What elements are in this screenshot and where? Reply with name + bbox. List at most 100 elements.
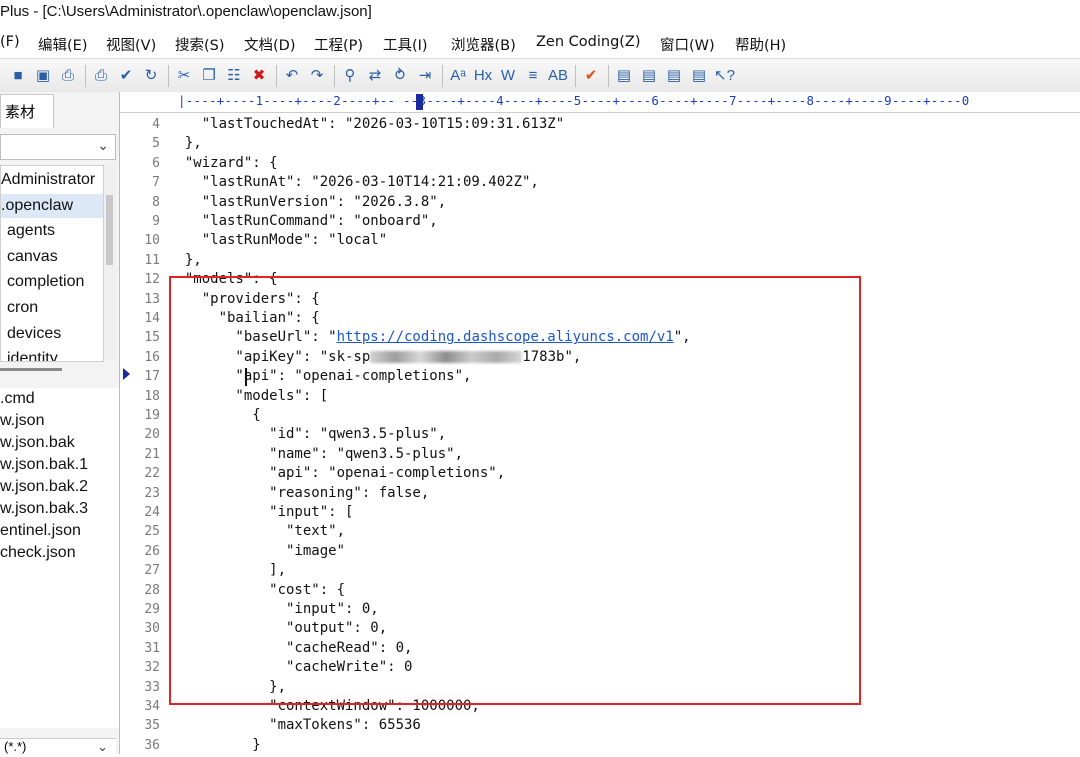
word-wrap-icon[interactable]: W	[498, 66, 518, 86]
spell-check-icon[interactable]: ✔	[116, 66, 136, 86]
file-list-item[interactable]: check.json	[0, 542, 76, 564]
code-line[interactable]: "id": "qwen3.5-plus",	[168, 425, 446, 444]
panel4-icon[interactable]: ▤	[689, 66, 709, 86]
menu-item-6[interactable]: 工具(I)	[383, 34, 428, 55]
browser-view-icon[interactable]: ↻	[141, 66, 161, 86]
menu-item-8[interactable]: Zen Coding(Z)	[536, 34, 641, 50]
replace-icon[interactable]: ⇄	[365, 66, 385, 86]
menu-item-10[interactable]: 帮助(H)	[735, 34, 786, 55]
code-line[interactable]: "baseUrl": "https://coding.dashscope.ali…	[168, 328, 690, 347]
code-line[interactable]: "input": [	[168, 503, 353, 522]
cut-icon[interactable]: ✂	[174, 66, 194, 86]
code-line[interactable]: "cost": {	[168, 581, 345, 600]
code-line[interactable]: "maxTokens": 65536	[168, 716, 421, 735]
menu-item-0[interactable]: (F)	[0, 34, 20, 50]
code-line[interactable]: "contextWindow": 1000000,	[168, 697, 480, 716]
file-list-item[interactable]: w.json	[0, 410, 44, 432]
code-line[interactable]: "name": "qwen3.5-plus",	[168, 445, 463, 464]
code-line[interactable]: "wizard": {	[168, 154, 278, 173]
column-mode-icon[interactable]: AB	[548, 66, 568, 86]
tree-item[interactable]: identity	[1, 347, 58, 361]
check-icon[interactable]: ✔	[581, 66, 601, 86]
help-pointer-icon[interactable]: ↖?	[714, 66, 735, 86]
code-line[interactable]: "providers": {	[168, 290, 320, 309]
menu-item-1[interactable]: 编辑(E)	[38, 34, 87, 55]
code-line[interactable]: "lastRunMode": "local"	[168, 231, 387, 250]
code-line[interactable]: "cacheWrite": 0	[168, 658, 412, 677]
window-title: Plus - [C:\Users\Administrator\.openclaw…	[0, 3, 372, 20]
file-list-item[interactable]: w.json.bak.1	[0, 454, 88, 476]
menu-item-4[interactable]: 文档(D)	[244, 34, 295, 55]
file-list-item[interactable]: w.json.bak.3	[0, 498, 88, 520]
find-icon[interactable]: ⚲	[340, 66, 360, 86]
tree-item[interactable]: completion	[1, 270, 84, 294]
code-line[interactable]: "text",	[168, 522, 345, 541]
code-line[interactable]: "reasoning": false,	[168, 484, 429, 503]
font-size-icon[interactable]: Aᵃ	[448, 66, 468, 86]
menu-item-2[interactable]: 视图(V)	[106, 34, 156, 55]
panel-icon[interactable]: ▤	[614, 66, 634, 86]
copy-icon[interactable]: ❐	[199, 66, 219, 86]
save-all-icon[interactable]: ▣	[33, 66, 53, 86]
code-line[interactable]: "models": {	[168, 270, 278, 289]
print-icon[interactable]: ⎙	[91, 66, 111, 86]
code-line[interactable]: "lastRunAt": "2026-03-10T14:21:09.402Z",	[168, 173, 539, 192]
goto-icon[interactable]: ⇥	[415, 66, 435, 86]
code-line[interactable]: "cacheRead": 0,	[168, 639, 412, 658]
paste-icon[interactable]: ☷	[224, 66, 244, 86]
file-list-item[interactable]: entinel.json	[0, 520, 81, 542]
tree-item[interactable]: Administrator	[1, 168, 95, 192]
menu-item-7[interactable]: 浏览器(B)	[451, 34, 516, 55]
menu-item-3[interactable]: 搜索(S)	[175, 34, 225, 55]
code-line[interactable]: "apiKey": "sk-sp 1783b",	[168, 348, 581, 367]
tree-item[interactable]: .openclaw	[1, 193, 103, 218]
code-line[interactable]: "input": 0,	[168, 600, 379, 619]
panel-splitter[interactable]	[0, 368, 62, 371]
folder-tree-scrollbar[interactable]	[104, 165, 116, 360]
toolbar-separator	[575, 65, 576, 87]
file-list-item[interactable]: w.json.bak.2	[0, 476, 88, 498]
code-line[interactable]: "lastRunVersion": "2026.3.8",	[168, 193, 446, 212]
base-url-link[interactable]: https://coding.dashscope.aliyuncs.com/v1	[337, 329, 674, 345]
save-icon[interactable]: ■	[8, 66, 28, 86]
drive-select[interactable]: ⌄	[0, 134, 116, 160]
line-number: 21	[144, 446, 160, 462]
code-line[interactable]: ],	[168, 561, 286, 580]
code-editor[interactable]: "lastTouchedAt": "2026-03-10T15:09:31.61…	[168, 113, 1080, 754]
menu-item-9[interactable]: 窗口(W)	[660, 34, 715, 55]
delete-icon[interactable]: ✖	[249, 66, 269, 86]
undo-icon[interactable]: ↶	[282, 66, 302, 86]
tree-item[interactable]: canvas	[1, 245, 58, 269]
current-line-marker	[123, 368, 130, 380]
code-line[interactable]: },	[168, 251, 202, 270]
code-line[interactable]: "lastTouchedAt": "2026-03-10T15:09:31.61…	[168, 115, 564, 134]
line-wrap-icon[interactable]: ≡	[523, 66, 543, 86]
line-number: 15	[144, 330, 160, 346]
code-line[interactable]: "api": "openai-completions",	[168, 464, 505, 483]
code-line[interactable]: {	[168, 406, 260, 425]
tree-item[interactable]: devices	[1, 322, 61, 346]
scrollbar-thumb[interactable]	[106, 195, 113, 265]
code-line[interactable]: "image"	[168, 542, 345, 561]
code-line[interactable]: "api": "openai-completions",	[168, 367, 471, 386]
file-list-item[interactable]: .cmd	[0, 388, 35, 410]
tree-item[interactable]: cron	[1, 296, 38, 320]
panel2-icon[interactable]: ▤	[639, 66, 659, 86]
menu-item-5[interactable]: 工程(P)	[314, 34, 363, 55]
code-line[interactable]: },	[168, 678, 286, 697]
find-in-files-icon[interactable]: ⥁	[390, 66, 410, 86]
print-preview-icon[interactable]: ⎙	[58, 66, 78, 86]
code-line[interactable]: "models": [	[168, 387, 328, 406]
redo-icon[interactable]: ↷	[307, 66, 327, 86]
file-filter-select[interactable]: (*.*) ⌄	[0, 738, 116, 757]
code-line[interactable]: "lastRunCommand": "onboard",	[168, 212, 438, 231]
code-line[interactable]: "bailian": {	[168, 309, 320, 328]
code-line[interactable]: }	[168, 736, 260, 754]
tab-materials[interactable]: 素材	[0, 94, 54, 128]
panel3-icon[interactable]: ▤	[664, 66, 684, 86]
code-line[interactable]: "output": 0,	[168, 619, 387, 638]
file-list-item[interactable]: w.json.bak	[0, 432, 75, 454]
hex-icon[interactable]: Hx	[473, 66, 493, 86]
code-line[interactable]: },	[168, 134, 202, 153]
tree-item[interactable]: agents	[1, 219, 55, 243]
